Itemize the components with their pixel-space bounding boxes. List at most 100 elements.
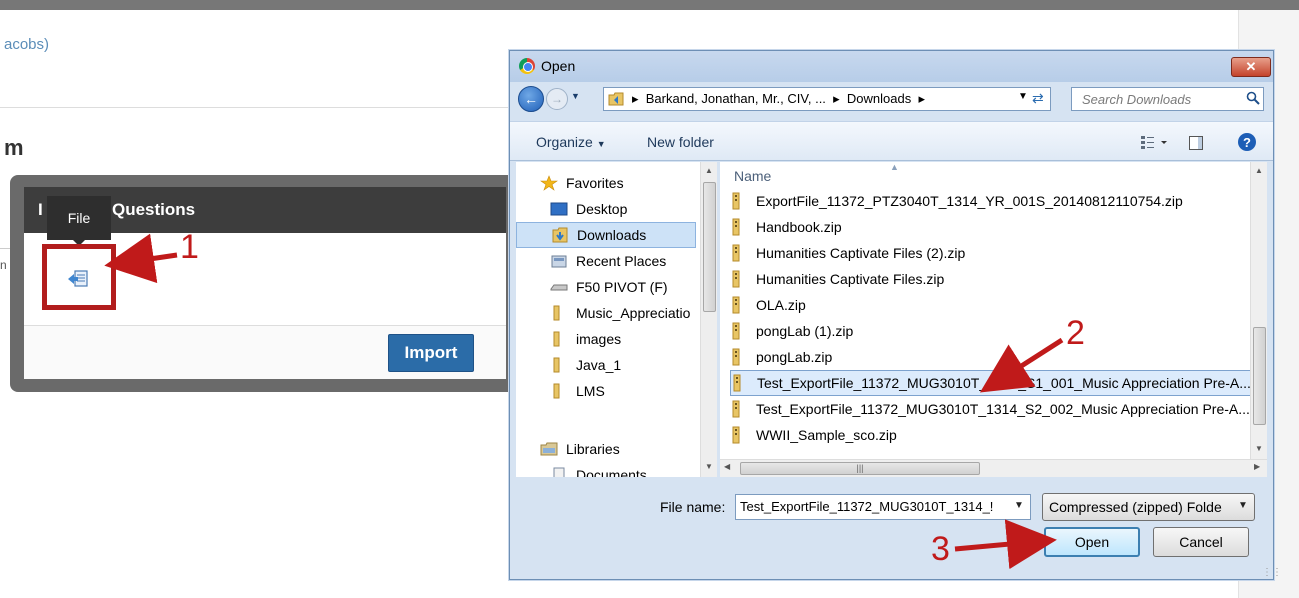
scroll-up-icon[interactable]: ▲ [705,166,713,175]
search-placeholder: Search Downloads [1082,92,1192,107]
file-row-label: Humanities Captivate Files.zip [756,271,945,287]
background-side-text: n [0,258,7,272]
address-row: ← → ▼ ▸ Barkand, Jonathan, Mr., CIV, ...… [510,82,1273,116]
address-bar[interactable]: ▸ Barkand, Jonathan, Mr., CIV, ... ▸ Dow… [603,87,1051,111]
scroll-down-icon[interactable]: ▼ [705,462,713,471]
file-row[interactable]: Humanities Captivate Files.zip [730,266,1260,292]
dialog-footer: File name: Test_ExportFile_11372_MUG3010… [510,477,1282,581]
file-name-value: Test_ExportFile_11372_MUG3010T_1314_! [740,499,994,514]
file-import-icon [68,270,88,287]
close-button[interactable]: ✕ [1231,57,1271,77]
libraries-icon [540,442,558,456]
file-row[interactable]: ExportFile_11372_PTZ3040T_1314_YR_001S_2… [730,188,1260,214]
forward-arrow-icon[interactable]: → [546,88,568,110]
nav-java-1-label: Java_1 [576,357,622,373]
file-row[interactable]: Test_ExportFile_11372_MUG3010T_1314_S2_0… [730,396,1260,422]
refresh-icon[interactable]: ⇄ [1032,90,1044,107]
import-button[interactable]: Import [388,334,474,372]
documents-icon [553,467,565,477]
resize-grip-icon[interactable]: ⋮⋮ [1262,567,1282,578]
star-icon [540,175,558,191]
cancel-button[interactable]: Cancel [1153,527,1249,557]
file-row[interactable]: pongLab.zip [730,344,1260,370]
scroll-down-icon[interactable]: ▼ [1255,444,1263,453]
dialog-title: Open [541,58,576,74]
zip-folder-icon [732,348,740,366]
zip-folder-icon [732,296,740,314]
navigation-scroll-thumb[interactable] [703,182,716,312]
scroll-right-icon[interactable]: ▶ [1254,462,1260,471]
folder-icon [553,331,560,347]
file-row-label: Humanities Captivate Files (2).zip [756,245,966,261]
open-button[interactable]: Open [1044,527,1140,557]
file-row-label: pongLab.zip [756,349,833,365]
navigation-scrollbar[interactable]: ▲ ▼ [700,162,717,477]
zip-folder-icon [733,374,741,392]
scroll-left-icon[interactable]: ◀ [724,462,730,471]
file-list-scroll-thumb[interactable] [1253,327,1266,425]
file-row-label: Test_ExportFile_11372_MUG3010T_1314_S2_0… [756,401,1250,417]
folder-icon [553,357,560,373]
column-header-name[interactable]: Name [734,168,771,184]
nav-java-1[interactable]: Java_1 [516,352,696,378]
nav-recent-places-label: Recent Places [576,253,667,269]
file-row[interactable]: Test_ExportFile_11372_MUG3010T_1314_S1_0… [730,370,1260,396]
annotation-number-1: 1 [180,228,199,266]
scroll-up-icon[interactable]: ▲ [1255,166,1263,175]
file-row[interactable]: pongLab (1).zip [730,318,1260,344]
file-row-label: Test_ExportFile_11372_MUG3010T_1314_S1_0… [757,375,1251,391]
file-type-select[interactable]: Compressed (zipped) Folde ▼ [1042,493,1255,521]
nav-images[interactable]: images [516,326,696,352]
view-options-icon[interactable] [1140,134,1170,150]
file-name-label: File name: [660,499,726,515]
nav-documents[interactable]: Documents [516,462,696,477]
new-folder-button[interactable]: New folder [647,134,714,150]
horizontal-scroll-thumb[interactable]: ||| [740,462,980,475]
address-dropdown-icon[interactable]: ▼ [1018,91,1028,102]
file-list-horizontal-scrollbar[interactable]: ◀ ||| ▶ [720,459,1267,477]
file-row[interactable]: Humanities Captivate Files (2).zip [730,240,1260,266]
back-arrow-icon[interactable]: ← [518,86,544,112]
nav-f50-pivot[interactable]: F50 PIVOT (F) [516,274,696,300]
nav-favorites[interactable]: Favorites [516,170,696,196]
address-segment-user[interactable]: Barkand, Jonathan, Mr., CIV, ... [646,91,826,106]
background-link[interactable]: acobs) [4,36,49,53]
file-row[interactable]: WWII_Sample_sco.zip [730,422,1260,448]
nav-music-appreciation-label: Music_Appreciatio [576,305,691,321]
preview-pane-icon[interactable] [1189,136,1203,150]
nav-libraries[interactable]: Libraries [516,436,696,462]
file-row[interactable]: Handbook.zip [730,214,1260,240]
address-segment-downloads[interactable]: Downloads [847,91,911,106]
help-icon[interactable]: ? [1238,133,1256,151]
open-file-dialog: Open ✕ ← → ▼ ▸ Barkand, Jonathan, Mr., C… [509,50,1282,581]
file-name-input[interactable]: Test_ExportFile_11372_MUG3010T_1314_! ▼ [735,494,1031,520]
file-row-label: pongLab (1).zip [756,323,854,339]
file-list-scrollbar[interactable]: ▲ ▼ [1250,162,1267,459]
dialog-titlebar: Open ✕ [510,51,1273,82]
navigation-pane: Favorites Desktop Downloads Recent Place… [516,162,711,477]
search-input[interactable]: Search Downloads [1071,87,1264,111]
zip-folder-icon [732,400,740,418]
organize-menu[interactable]: Organize ▼ [536,134,606,150]
nav-recent-places[interactable]: Recent Places [516,248,696,274]
folder-icon [553,383,560,399]
nav-documents-label: Documents [576,467,647,477]
search-icon [1246,91,1260,105]
nav-lms[interactable]: LMS [516,378,696,404]
drive-icon [550,284,568,291]
import-modal-title-start: I [38,200,43,219]
chrome-icon [519,58,535,74]
downloads-folder-icon [552,227,568,243]
file-list: Name ▲ ExportFile_11372_PTZ3040T_1314_YR… [720,162,1260,459]
zip-folder-icon [732,218,740,236]
chevron-down-icon[interactable]: ▼ [1014,500,1024,511]
history-dropdown-icon[interactable]: ▼ [571,91,580,101]
nav-desktop-label: Desktop [576,201,628,217]
file-upload-button[interactable] [42,244,116,310]
nav-desktop[interactable]: Desktop [516,196,696,222]
nav-music-appreciation[interactable]: Music_Appreciatio [516,300,696,326]
import-modal-title-end: Questions [112,200,196,219]
nav-downloads[interactable]: Downloads [516,222,696,248]
file-row[interactable]: OLA.zip [730,292,1260,318]
dialog-toolbar: Organize ▼ New folder ? [510,121,1273,161]
